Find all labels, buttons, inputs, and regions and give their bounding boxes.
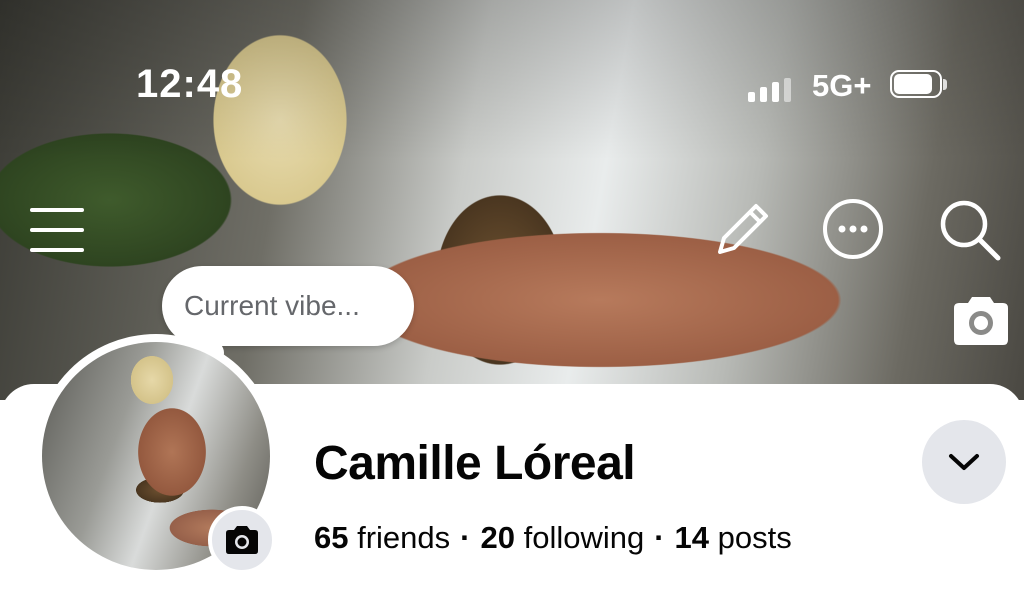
network-type: 5G+ <box>812 68 872 103</box>
pencil-icon[interactable] <box>712 198 774 260</box>
vibe-placeholder: Current vibe... <box>184 290 360 321</box>
signal-icon <box>748 78 791 102</box>
cover-camera-icon[interactable] <box>950 294 1012 348</box>
profile-dropdown-button[interactable] <box>922 420 1006 504</box>
battery-icon <box>890 70 948 100</box>
profile-stats: 65 friends · 20 following · 14 posts <box>314 520 792 555</box>
menu-icon[interactable] <box>30 206 84 254</box>
friends-stat[interactable]: 65 friends <box>314 520 450 555</box>
status-time: 12:48 <box>136 62 244 106</box>
chevron-down-icon <box>949 454 979 470</box>
more-options-icon[interactable] <box>822 198 884 260</box>
search-icon[interactable] <box>938 198 1002 262</box>
posts-stat[interactable]: 14 posts <box>675 520 792 555</box>
profile-name: Camille Lóreal <box>314 437 636 490</box>
current-vibe-bubble[interactable]: Current vibe... <box>162 266 414 346</box>
camera-icon <box>226 526 258 554</box>
following-stat[interactable]: 20 following <box>480 520 644 555</box>
avatar-camera-button[interactable] <box>208 506 276 574</box>
